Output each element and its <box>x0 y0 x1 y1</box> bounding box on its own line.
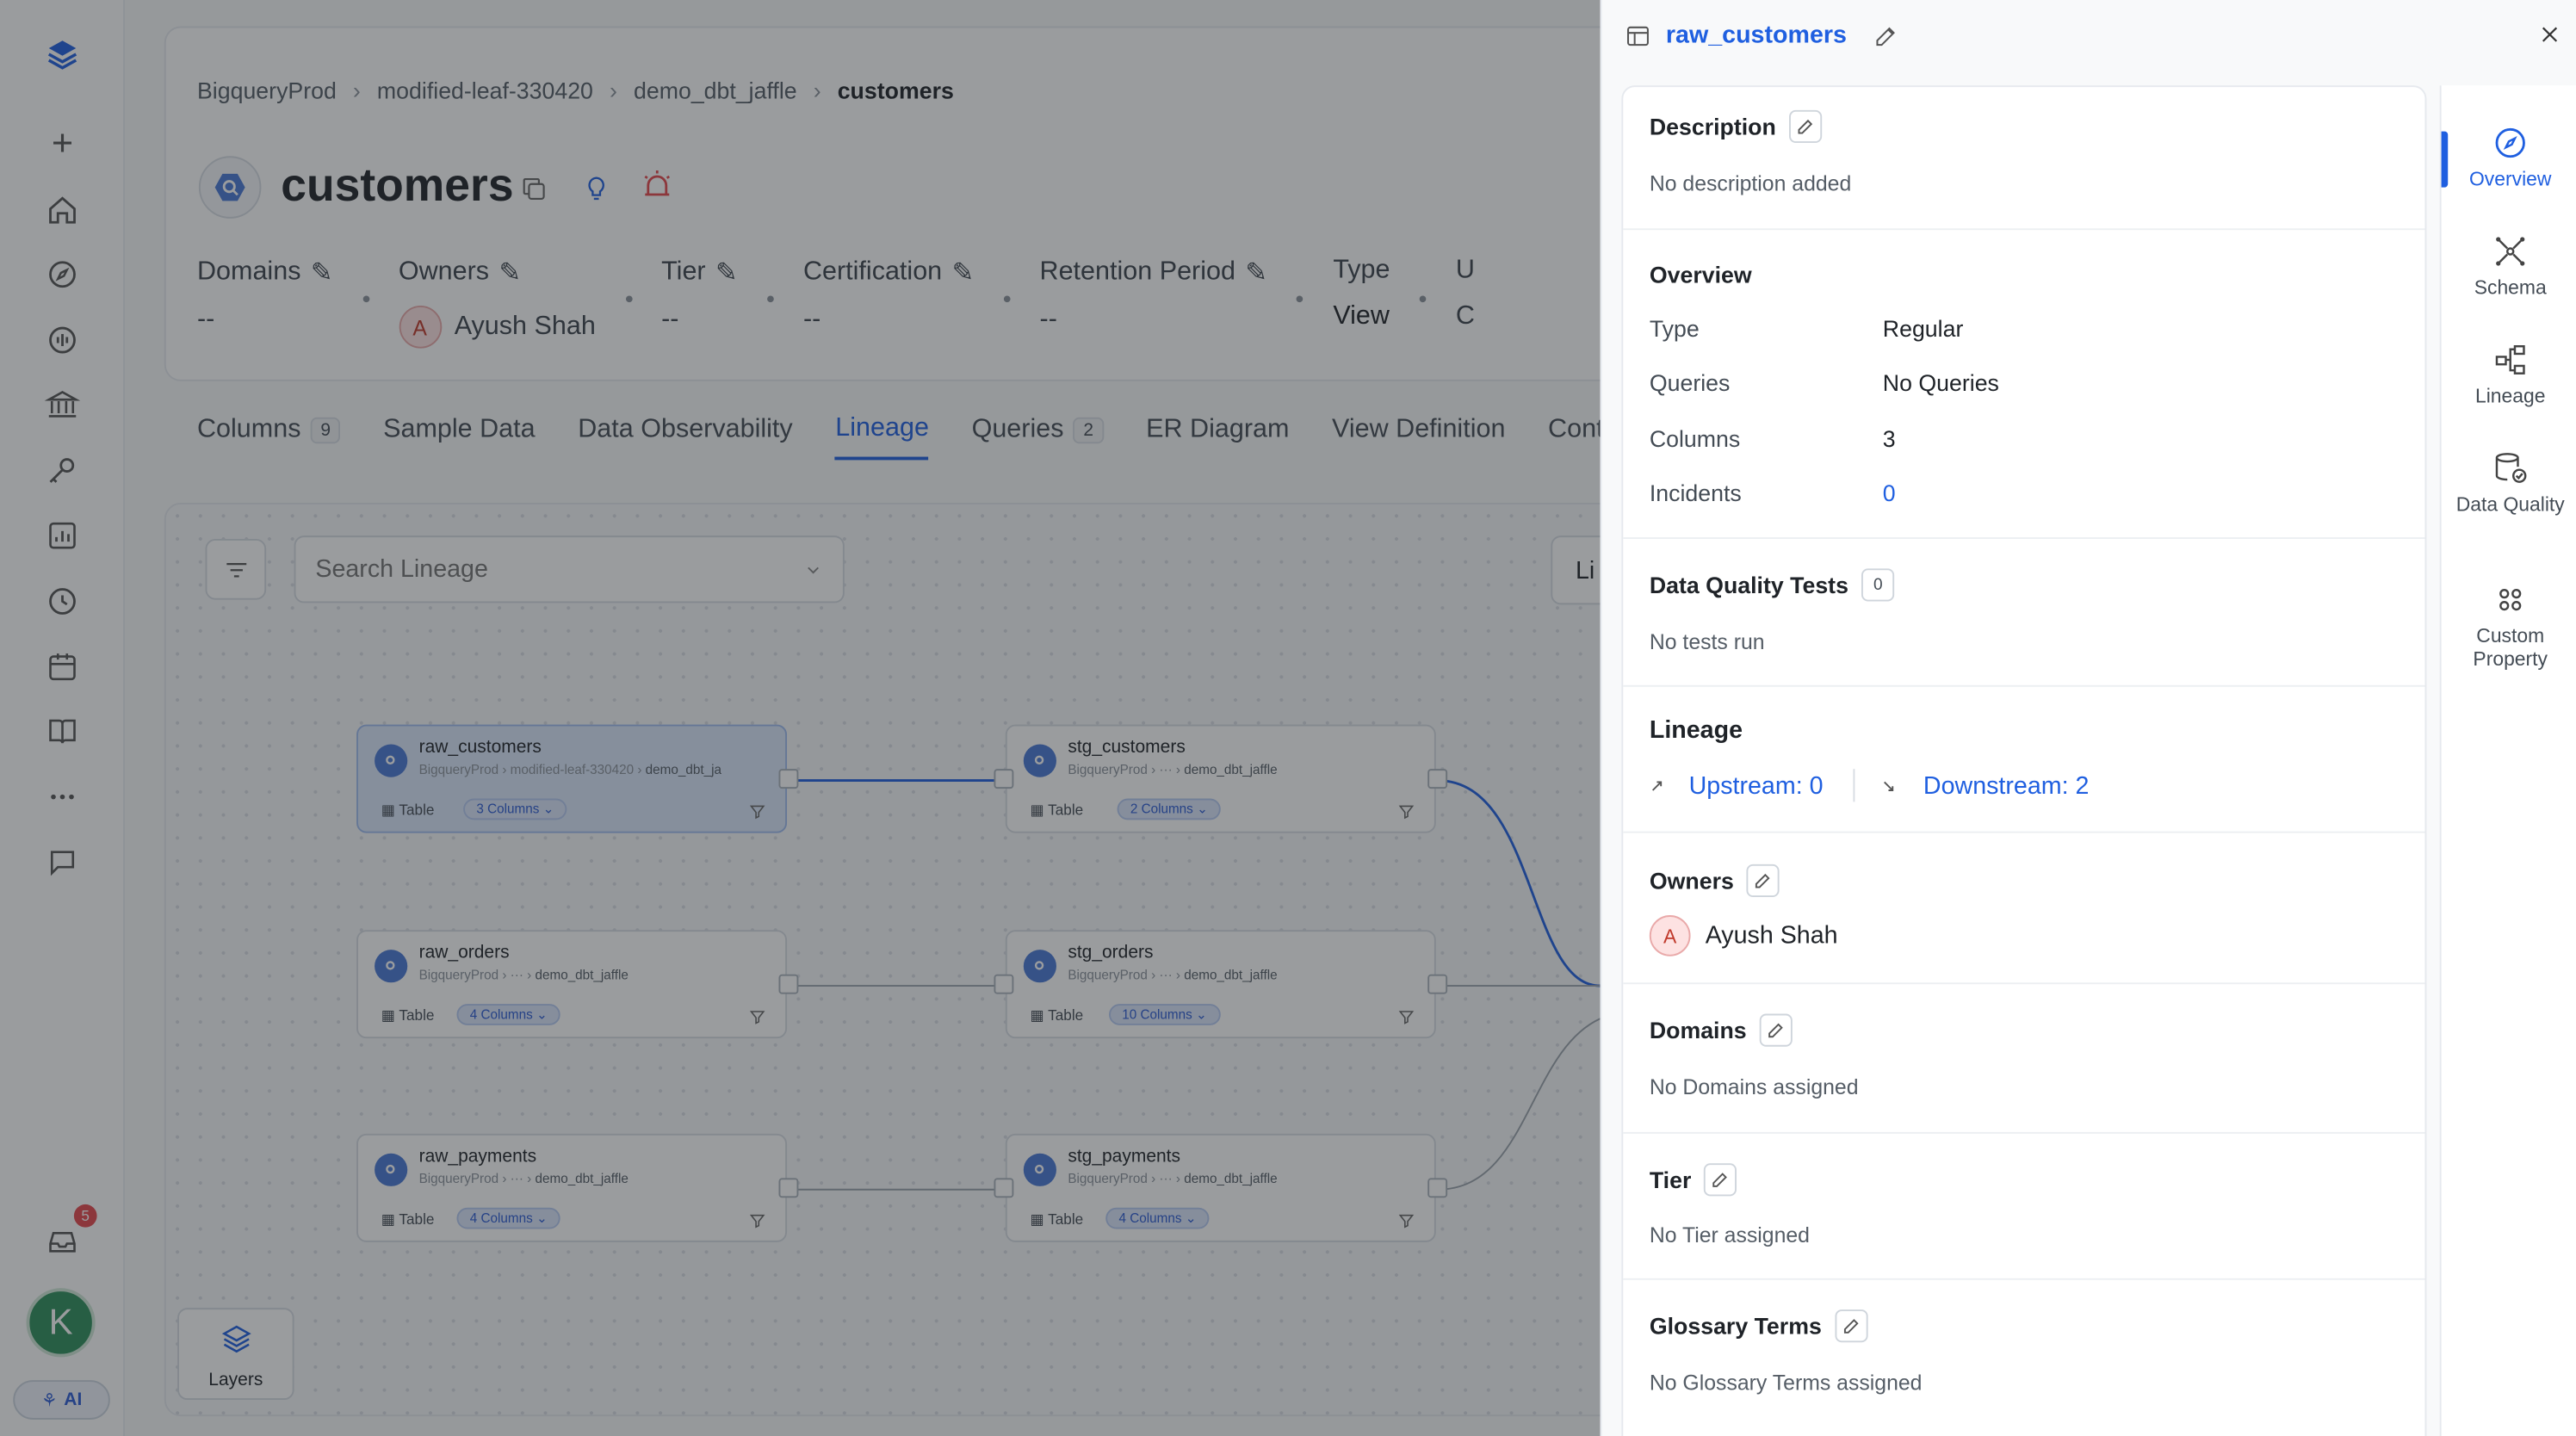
downstream-icon <box>1883 781 1893 791</box>
owner-name[interactable]: Ayush Shah <box>1706 922 1838 950</box>
tab-custom-property[interactable]: Custom Property <box>2442 582 2576 671</box>
upstream-icon <box>1651 781 1663 791</box>
tab-lineage-side[interactable]: Lineage <box>2442 342 2576 407</box>
data-quality-tests-section: Data Quality Tests 0 No tests run <box>1623 539 2425 687</box>
drawer-header: raw_customers <box>1601 0 2576 72</box>
tests-count: 0 <box>1861 568 1895 602</box>
custom-property-icon <box>2499 589 2522 611</box>
glossary-terms-section: Glossary Terms No Glossary Terms assigne… <box>1623 1280 2424 1436</box>
tab-schema[interactable]: Schema <box>2442 233 2576 299</box>
lineage-section: Lineage Upstream: 0 Downstream: 2 <box>1623 687 2425 833</box>
close-icon[interactable] <box>2538 23 2561 46</box>
drawer-side-tabs: Overview Schema Lineage Data Quality Cus… <box>2439 85 2576 1436</box>
table-icon <box>1627 26 1649 46</box>
tab-overview[interactable]: Overview <box>2442 125 2576 190</box>
upstream-link[interactable]: Upstream: 0 <box>1689 771 1824 799</box>
lineage-icon <box>2495 344 2525 374</box>
edit-icon[interactable] <box>1759 1013 1793 1047</box>
drawer-content: Description No description added Overvie… <box>1621 85 2427 1436</box>
compass-icon <box>2495 127 2525 158</box>
overview-section: Overview Type Regular Queries No Queries… <box>1623 230 2425 539</box>
owner-avatar: A <box>1649 915 1691 956</box>
drawer-backdrop[interactable] <box>0 0 1601 1436</box>
edit-icon[interactable] <box>1873 23 1899 50</box>
edit-icon[interactable] <box>1704 1163 1737 1197</box>
schema-icon <box>2496 237 2525 266</box>
entity-drawer: raw_customers Description No description… <box>1600 0 2576 1436</box>
downstream-link[interactable]: Downstream: 2 <box>1923 771 2089 799</box>
owners-section: Owners A Ayush Shah <box>1623 833 2425 985</box>
edit-icon[interactable] <box>1835 1309 1868 1343</box>
incidents-link[interactable]: 0 <box>1883 480 1896 506</box>
data-quality-icon <box>2495 453 2527 483</box>
tab-data-quality[interactable]: Data Quality <box>2442 450 2576 516</box>
drawer-title[interactable]: raw_customers <box>1666 22 1847 49</box>
edit-icon[interactable] <box>1747 863 1780 898</box>
edit-icon[interactable] <box>1789 109 1823 144</box>
tier-section: Tier No Tier assigned <box>1623 1134 2425 1280</box>
domains-section: Domains No Domains assigned <box>1623 984 2425 1134</box>
description-section: Description No description added <box>1623 87 2425 231</box>
